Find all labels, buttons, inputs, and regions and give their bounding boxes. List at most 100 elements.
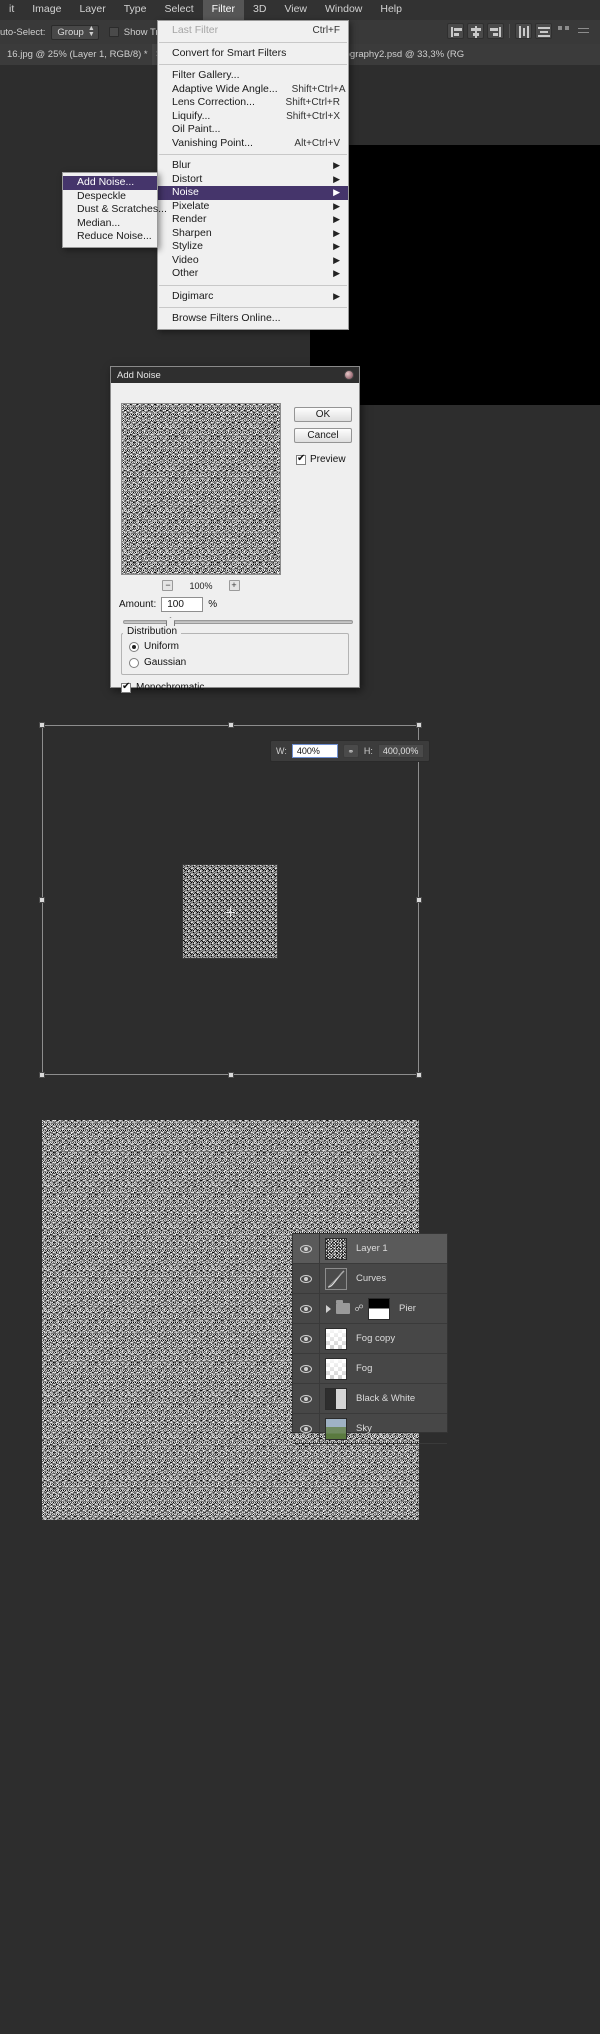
visibility-toggle[interactable]: [293, 1334, 319, 1343]
menu-item-window[interactable]: Window: [316, 0, 371, 20]
curves-adjustment-icon[interactable]: [325, 1267, 347, 1290]
transform-handle-bottom-left[interactable]: [39, 1072, 45, 1078]
menu-item-layer[interactable]: Layer: [70, 0, 114, 20]
menu-row-noise[interactable]: Noise ▶: [158, 186, 348, 200]
menu-row-stylize[interactable]: Stylize ▶: [158, 240, 348, 254]
dialog-body: − 100% + Amount: 100 % Distribution Unif…: [111, 383, 359, 693]
uniform-radio-row[interactable]: Uniform: [129, 641, 179, 652]
menu-row-video[interactable]: Video ▶: [158, 254, 348, 268]
black-white-adjustment-icon[interactable]: [325, 1387, 347, 1410]
menu-row-sharpen[interactable]: Sharpen ▶: [158, 227, 348, 241]
submenu-row-median[interactable]: Median...: [63, 217, 157, 231]
submenu-row-despeckle[interactable]: Despeckle: [63, 190, 157, 204]
zoom-in-button[interactable]: +: [228, 580, 240, 591]
menu-item-help[interactable]: Help: [371, 0, 411, 20]
distribute-vertical-icon[interactable]: [535, 23, 552, 39]
cancel-button[interactable]: Cancel: [294, 428, 352, 443]
menu-row-liquify[interactable]: Liquify... Shift+Ctrl+X: [158, 110, 348, 124]
transform-handle-top-right[interactable]: [416, 722, 422, 728]
menu-item-type[interactable]: Type: [115, 0, 156, 20]
menu-row-distort[interactable]: Distort ▶: [158, 173, 348, 187]
layer-thumbnail[interactable]: [325, 1357, 347, 1380]
menu-row-blur[interactable]: Blur ▶: [158, 159, 348, 173]
menu-item-view[interactable]: View: [275, 0, 316, 20]
menu-row-other[interactable]: Other ▶: [158, 267, 348, 281]
layer-row-black-and-white[interactable]: Black & White: [293, 1383, 447, 1414]
amount-input[interactable]: 100: [161, 597, 204, 612]
menu-row-oil-paint[interactable]: Oil Paint...: [158, 123, 348, 137]
layer-row-curves[interactable]: Curves: [293, 1263, 447, 1294]
transform-handle-bottom-right[interactable]: [416, 1072, 422, 1078]
menu-row-browse-filters-online[interactable]: Browse Filters Online...: [158, 312, 348, 326]
menu-row-pixelate[interactable]: Pixelate ▶: [158, 200, 348, 214]
transform-reference-point-icon[interactable]: [226, 908, 235, 917]
layer-mask-thumbnail[interactable]: [368, 1297, 390, 1320]
layer-row-fog-copy[interactable]: Fog copy: [293, 1323, 447, 1354]
3d-mode-icon[interactable]: [575, 23, 592, 39]
visibility-toggle[interactable]: [293, 1424, 319, 1433]
preview-row[interactable]: Preview: [296, 453, 346, 465]
menu-item-edit[interactable]: it: [0, 0, 23, 20]
monochromatic-row[interactable]: Monochromatic: [121, 681, 204, 693]
menu-item-select[interactable]: Select: [155, 0, 202, 20]
noise-preview[interactable]: [121, 403, 281, 575]
noise-submenu[interactable]: Add Noise... Despeckle Dust & Scratches.…: [62, 172, 167, 248]
menu-row-convert-smart-filters[interactable]: Convert for Smart Filters: [158, 47, 348, 61]
menu-row-vanishing-point[interactable]: Vanishing Point... Alt+Ctrl+V: [158, 137, 348, 151]
transform-handle-middle-right[interactable]: [416, 897, 422, 903]
menu-row-lens-correction[interactable]: Lens Correction... Shift+Ctrl+R: [158, 96, 348, 110]
filter-dropdown-menu[interactable]: Last Filter Ctrl+F Convert for Smart Fil…: [157, 20, 349, 330]
layer-row-sky[interactable]: Sky: [293, 1413, 447, 1444]
visibility-toggle[interactable]: [293, 1394, 319, 1403]
gaussian-radio-row[interactable]: Gaussian: [129, 657, 186, 668]
document-tab-photography2[interactable]: tography2.psd @ 33,3% (RG: [335, 44, 600, 65]
link-aspect-ratio-icon[interactable]: ⚭: [342, 744, 359, 758]
menu-row-digimarc[interactable]: Digimarc ▶: [158, 290, 348, 304]
layers-panel[interactable]: Layer 1 Curves ☍ Pier Fog copy Fog Black…: [292, 1233, 448, 1444]
layer-thumbnail[interactable]: [325, 1327, 347, 1350]
zoom-out-button[interactable]: −: [162, 580, 174, 591]
menu-item-image[interactable]: Image: [23, 0, 70, 20]
expand-group-icon[interactable]: [326, 1304, 331, 1313]
transform-handle-top-center[interactable]: [228, 722, 234, 728]
menu-item-filter[interactable]: Filter: [202, 0, 244, 20]
layer-row-fog[interactable]: Fog: [293, 1353, 447, 1384]
distribute-horizontal-icon[interactable]: [515, 23, 532, 39]
layer-thumbnail[interactable]: [325, 1417, 347, 1440]
layer-thumbnail[interactable]: [325, 1237, 347, 1260]
height-input[interactable]: 400,00%: [377, 744, 424, 758]
transform-handle-middle-left[interactable]: [39, 897, 45, 903]
menu-row-adaptive-wide-angle[interactable]: Adaptive Wide Angle... Shift+Ctrl+A: [158, 83, 348, 97]
submenu-row-reduce-noise[interactable]: Reduce Noise...: [63, 230, 157, 244]
visibility-toggle[interactable]: [293, 1304, 319, 1313]
visibility-toggle[interactable]: [293, 1274, 319, 1283]
preview-checkbox[interactable]: [296, 453, 306, 465]
link-mask-icon[interactable]: ☍: [354, 1303, 363, 1315]
menu-item-3d[interactable]: 3D: [244, 0, 275, 20]
width-input[interactable]: 400%: [291, 744, 338, 758]
align-right-edges-icon[interactable]: [487, 23, 504, 39]
ok-button[interactable]: OK: [294, 407, 352, 422]
visibility-toggle[interactable]: [293, 1244, 319, 1253]
transform-handle-bottom-center[interactable]: [228, 1072, 234, 1078]
amount-slider-track[interactable]: [123, 620, 353, 624]
menu-row-filter-gallery[interactable]: Filter Gallery...: [158, 69, 348, 83]
transform-handle-top-left[interactable]: [39, 722, 45, 728]
eye-icon: [300, 1394, 312, 1403]
submenu-row-add-noise[interactable]: Add Noise...: [63, 176, 157, 190]
align-horizontal-centers-icon[interactable]: [467, 23, 484, 39]
submenu-row-dust-and-scratches[interactable]: Dust & Scratches...: [63, 203, 167, 217]
gaussian-radio[interactable]: [129, 657, 139, 668]
document-tab-16jpg[interactable]: 16.jpg @ 25% (Layer 1, RGB/8) * ×: [0, 44, 161, 65]
monochromatic-checkbox[interactable]: [121, 681, 131, 693]
more-options-icon[interactable]: [555, 23, 572, 39]
menu-row-last-filter[interactable]: Last Filter Ctrl+F: [158, 24, 348, 38]
layer-row-layer-1[interactable]: Layer 1: [293, 1233, 447, 1264]
auto-select-dropdown[interactable]: Group ▲ ▼: [51, 24, 99, 40]
menu-row-render[interactable]: Render ▶: [158, 213, 348, 227]
uniform-radio[interactable]: [129, 641, 139, 652]
layer-row-pier[interactable]: ☍ Pier: [293, 1293, 447, 1324]
align-left-edges-icon[interactable]: [447, 23, 464, 39]
visibility-toggle[interactable]: [293, 1364, 319, 1373]
show-transform-checkbox[interactable]: [108, 27, 119, 37]
